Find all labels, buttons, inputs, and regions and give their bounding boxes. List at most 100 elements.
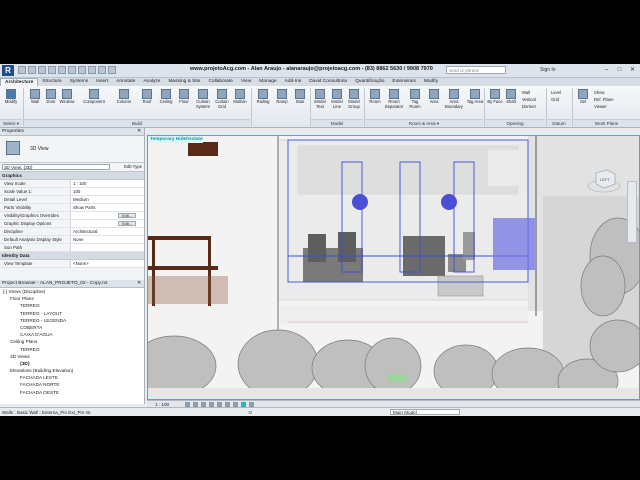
- tab-david-consultoria[interactable]: David Consultoria: [305, 78, 351, 86]
- tab-annotate[interactable]: Annotate: [112, 78, 139, 86]
- print-icon[interactable]: [58, 66, 66, 74]
- tree-item[interactable]: FACHADA LESTE: [0, 374, 144, 381]
- tree-item[interactable]: COBERTA: [0, 324, 144, 331]
- tab-systems[interactable]: Systems: [66, 78, 92, 86]
- measure-icon[interactable]: [68, 66, 76, 74]
- dormer-button[interactable]: Dormer: [522, 103, 536, 110]
- identity-data-category[interactable]: Identity Data: [0, 252, 144, 260]
- grid-button[interactable]: Grid: [551, 96, 561, 103]
- 3d-view-canvas[interactable]: Temporary Hide/Isolate LEFT: [147, 135, 640, 400]
- tab-quantificacao[interactable]: Quantificação: [351, 78, 388, 86]
- model-line-button[interactable]: Model Line: [328, 88, 346, 118]
- undo-icon[interactable]: [38, 66, 46, 74]
- shaft-button[interactable]: Shaft: [502, 88, 520, 118]
- property-value[interactable]: Show Parts: [70, 204, 144, 211]
- curtain-system-button[interactable]: Curtain System: [194, 88, 212, 118]
- close-hidden-icon[interactable]: [108, 66, 116, 74]
- tag-room-button[interactable]: Tag Room: [406, 88, 424, 118]
- room-button[interactable]: Room: [366, 88, 384, 118]
- roof-button[interactable]: Roof: [138, 88, 156, 118]
- viewer-button[interactable]: Viewer: [594, 103, 614, 110]
- ramp-button[interactable]: Ramp: [273, 88, 291, 118]
- tab-extensions[interactable]: Extensions: [388, 78, 419, 86]
- modify-button[interactable]: Modify: [2, 88, 20, 118]
- component-button[interactable]: Component: [80, 88, 108, 118]
- minimize-icon[interactable]: –: [602, 66, 611, 74]
- stair-button[interactable]: Stair: [291, 88, 309, 118]
- room-area-group-label[interactable]: Room & Area ▾: [365, 119, 483, 127]
- select-group-label[interactable]: Select ▾: [0, 119, 22, 127]
- graphics-category[interactable]: Graphics: [0, 172, 144, 180]
- floor-button[interactable]: Floor: [175, 88, 193, 118]
- edit-button[interactable]: Edit...: [118, 213, 136, 218]
- tree-item[interactable]: CAIXA D'AGUA: [0, 331, 144, 338]
- sign-in-link[interactable]: Sign In: [540, 67, 556, 73]
- tab-modify[interactable]: Modify: [420, 78, 442, 86]
- viewcube-icon[interactable]: LEFT: [587, 166, 621, 194]
- show-workplane-button[interactable]: Show: [594, 89, 614, 96]
- tree-item[interactable]: {3D}: [0, 360, 144, 367]
- ceiling-button[interactable]: Ceiling: [157, 88, 175, 118]
- column-button[interactable]: Column: [115, 88, 133, 118]
- tab-structure[interactable]: Structure: [38, 78, 65, 86]
- tab-view[interactable]: View: [237, 78, 255, 86]
- tree-item[interactable]: TERREO - LAYOUT: [0, 310, 144, 317]
- wall-opening-button[interactable]: Wall: [522, 89, 536, 96]
- tab-insert[interactable]: Insert: [92, 78, 112, 86]
- property-value[interactable]: Medium: [70, 196, 144, 203]
- search-input[interactable]: word or phrase: [446, 66, 506, 74]
- maximize-icon[interactable]: □: [615, 66, 624, 74]
- 3d-view-icon[interactable]: [78, 66, 86, 74]
- property-edit-button[interactable]: Edit...: [70, 220, 144, 227]
- model-group-button[interactable]: Model Group: [345, 88, 363, 118]
- save-icon[interactable]: [28, 66, 36, 74]
- property-value[interactable]: Architectural: [70, 228, 144, 235]
- open-icon[interactable]: [18, 66, 26, 74]
- tree-item[interactable]: FACHADA OESTE: [0, 389, 144, 396]
- tree-item[interactable]: Ceiling Plans: [0, 338, 144, 345]
- edit-button[interactable]: Edit...: [118, 221, 136, 226]
- model-text-button[interactable]: Model Text: [311, 88, 329, 118]
- tree-item[interactable]: FACHADA NORTE: [0, 381, 144, 388]
- tab-manage[interactable]: Manage: [255, 78, 280, 86]
- ref-plane-button[interactable]: Ref. Plane: [594, 96, 614, 103]
- section-icon[interactable]: [88, 66, 96, 74]
- tab-add-ins[interactable]: Add-Ins: [281, 78, 306, 86]
- close-icon[interactable]: ✕: [628, 66, 637, 74]
- property-value[interactable]: 1 : 100: [70, 180, 144, 187]
- tag-area-button[interactable]: Tag Area: [466, 88, 484, 118]
- tree-item[interactable]: TERREO: [0, 346, 144, 353]
- vertical-opening-button[interactable]: Vertical: [522, 96, 536, 103]
- close-icon[interactable]: ✕: [137, 280, 141, 287]
- property-value[interactable]: [70, 244, 144, 251]
- mullion-button[interactable]: Mullion: [231, 88, 249, 118]
- edit-type-button[interactable]: Edit Type: [124, 164, 142, 169]
- property-value[interactable]: None: [70, 236, 144, 243]
- tree-item[interactable]: Elevations (Building Elevation): [0, 367, 144, 374]
- tree-item[interactable]: Floor Plans: [0, 295, 144, 302]
- tree-item[interactable]: TERREO - LEGENDA: [0, 317, 144, 324]
- curtain-grid-button[interactable]: Curtain Grid: [213, 88, 231, 118]
- instance-filter-dropdown[interactable]: 3D View: {3D}: [2, 164, 110, 170]
- tab-collaborate[interactable]: Collaborate: [204, 78, 237, 86]
- tree-item[interactable]: [-] Views (Discipline): [0, 288, 144, 295]
- railing-button[interactable]: Railing: [254, 88, 272, 118]
- property-value[interactable]: 100: [70, 188, 144, 195]
- close-icon[interactable]: ✕: [137, 128, 141, 135]
- view-template-button[interactable]: <None>: [70, 260, 144, 267]
- tree-item[interactable]: 3D Views: [0, 353, 144, 360]
- set-workplane-button[interactable]: Set: [574, 88, 592, 118]
- area-boundary-button[interactable]: Area Boundary: [444, 88, 464, 118]
- text-icon[interactable]: [98, 66, 106, 74]
- active-workset-dropdown[interactable]: Main Model: [390, 409, 460, 415]
- window-button[interactable]: Window: [58, 88, 76, 118]
- property-edit-button[interactable]: Edit...: [70, 212, 144, 219]
- room-separator-button[interactable]: Room Separator: [383, 88, 405, 118]
- revit-logo-icon[interactable]: R: [2, 65, 14, 76]
- level-button[interactable]: Level: [551, 89, 561, 96]
- type-selector[interactable]: 3D View: [0, 136, 144, 163]
- area-button[interactable]: Area: [425, 88, 443, 118]
- tab-massing-site[interactable]: Massing & Site: [164, 78, 204, 86]
- tab-analyze[interactable]: Analyze: [139, 78, 164, 86]
- redo-icon[interactable]: [48, 66, 56, 74]
